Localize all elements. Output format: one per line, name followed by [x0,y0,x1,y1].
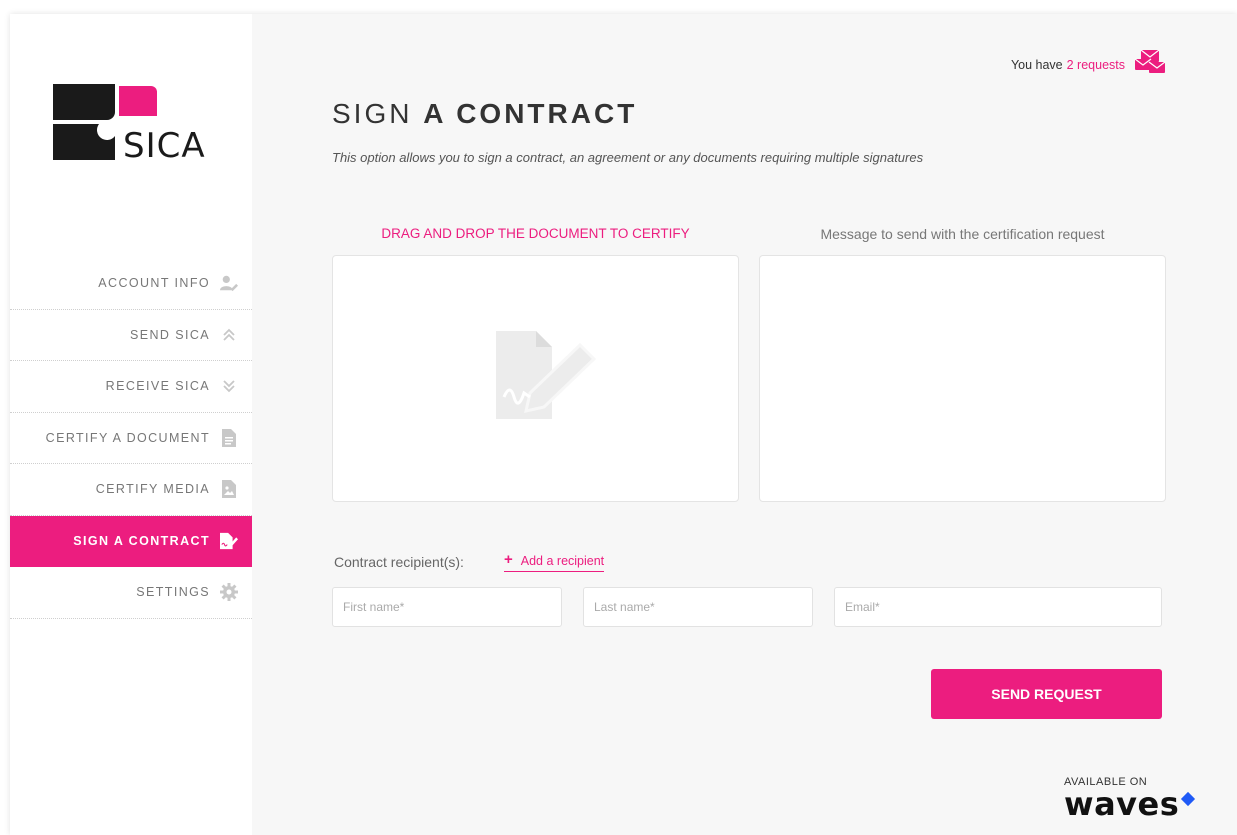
waves-badge[interactable]: AVAILABLE ON waves [1064,776,1224,820]
send-request-button[interactable]: SEND REQUEST [931,669,1162,719]
diamond-icon [1181,791,1196,807]
user-edit-icon [220,274,238,292]
message-label: Message to send with the certification r… [820,226,1105,242]
sidebar-item-label: CERTIFY MEDIA [95,482,210,497]
dropzone-label: DRAG AND DROP THE DOCUMENT TO CERTIFY [381,226,690,241]
sidebar-item-label: ACCOUNT INFO [98,276,210,291]
requests-indicator: You have 2 requests [1010,49,1166,79]
media-file-icon [220,480,238,499]
sidebar-item-send-sica[interactable]: SEND SICA [10,310,252,361]
sidebar-item-receive-sica[interactable]: RECEIVE SICA [10,361,252,413]
sign-contract-icon [220,532,238,550]
sidebar-item-label: SETTINGS [136,585,210,600]
sidebar-item-account-info[interactable]: ACCOUNT INFO [10,258,252,310]
waves-logo: waves [1064,788,1224,820]
page-subtitle: This option allows you to sign a contrac… [332,150,924,165]
waves-logo-text: waves [1064,785,1180,823]
sidebar-nav: ACCOUNT INFO SEND SICA RECEIVE SICA CERT… [10,258,252,619]
chevrons-up-icon [220,326,238,344]
sidebar-item-label: SEND SICA [130,327,210,342]
sica-logo[interactable]: SICA [53,84,233,184]
document-dropzone[interactable] [332,255,739,502]
sidebar-item-label: RECEIVE SICA [105,379,210,394]
last-name-field[interactable] [583,587,813,627]
plus-icon: + [504,551,513,568]
chevrons-down-icon [220,377,238,395]
page-title-bold: A CONTRACT [423,98,638,129]
add-recipient-button[interactable]: + Add a recipient [504,551,605,572]
sidebar-item-label: SIGN A CONTRACT [73,534,210,549]
sidebar-item-certify-document[interactable]: CERTIFY A DOCUMENT [10,413,252,464]
sign-document-icon [496,331,597,426]
logo-text: SICA [123,126,206,166]
page-title-light: SIGN [332,98,413,129]
document-icon [220,428,238,447]
first-name-field[interactable] [332,587,562,627]
requests-link[interactable]: 2 requests [1067,58,1125,72]
requests-prefix: You have [1010,57,1063,72]
sidebar-item-sign-contract[interactable]: SIGN A CONTRACT [10,515,252,567]
email-field[interactable] [834,587,1162,627]
sidebar-item-settings[interactable]: SETTINGS [10,567,252,619]
recipients-label: Contract recipient(s): [334,554,464,570]
sidebar: SICA ACCOUNT INFO SEND SICA RECEIVE SICA… [10,14,252,835]
sidebar-item-certify-media[interactable]: CERTIFY MEDIA [10,464,252,516]
gear-icon [220,583,238,602]
sidebar-item-label: CERTIFY A DOCUMENT [45,430,210,445]
add-recipient-label: Add a recipient [520,553,605,568]
page-title: SIGN A CONTRACT [332,98,637,130]
main-content: You have 2 requests SIGN A CONTRACT This… [252,14,1237,835]
message-textarea[interactable] [759,255,1166,502]
envelopes-icon[interactable] [1134,49,1166,79]
